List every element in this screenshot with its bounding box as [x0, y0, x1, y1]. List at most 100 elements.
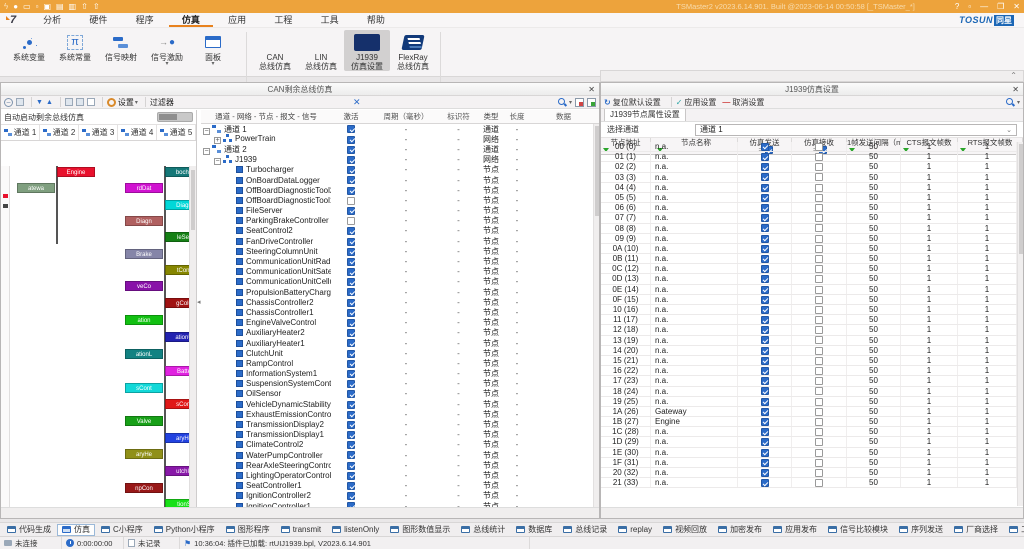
sim-send-checkbox[interactable]	[761, 184, 769, 192]
j1939-node-row[interactable]: 11 (17) n.a. 50 1 1	[601, 315, 1017, 325]
bottom-tab[interactable]: 工具箱设计开发	[1004, 524, 1024, 536]
menu-tab[interactable]: 工具	[308, 15, 352, 25]
sim-send-checkbox[interactable]	[761, 418, 769, 426]
bottom-tab[interactable]: 代码生成	[2, 524, 56, 536]
j1939-node-row[interactable]: 12 (18) n.a. 50 1 1	[601, 325, 1017, 335]
active-checkbox[interactable]	[347, 166, 355, 174]
col-type[interactable]: 类型	[476, 110, 506, 123]
menu-tab[interactable]: 帮助	[354, 15, 398, 25]
ribbon-button[interactable]: 面板 ▾	[190, 30, 236, 67]
menu-tab[interactable]: 工程	[261, 15, 305, 25]
tree-row[interactable]: IgnitionController2 - - 节点 -	[201, 491, 593, 501]
bottom-tab[interactable]: 图形数值显示	[385, 524, 455, 536]
bottom-tab[interactable]: Python小程序	[149, 524, 220, 536]
sim-receive-checkbox[interactable]	[815, 275, 823, 283]
tree-row[interactable]: FileServer - - 节点 -	[201, 206, 593, 216]
ribbon-button[interactable]: J1939 仿真设置	[344, 30, 390, 71]
move-up-icon[interactable]: ▲	[46, 99, 53, 106]
j1939-node-row[interactable]: 19 (25) n.a. 50 1 1	[601, 397, 1017, 407]
settings-dropdown[interactable]: 设置	[118, 97, 134, 108]
active-checkbox[interactable]	[347, 227, 355, 235]
active-checkbox[interactable]	[347, 401, 355, 409]
j1939-footer-strip[interactable]	[601, 507, 1023, 518]
can-hscrollbar[interactable]	[1, 507, 599, 518]
layout2-icon[interactable]	[76, 98, 84, 106]
j1939-node-row[interactable]: 0F (15) n.a. 50 1 1	[601, 295, 1017, 305]
topology-node[interactable]: gColu	[165, 298, 189, 308]
topology-node[interactable]: Batte	[165, 366, 189, 376]
sim-send-checkbox[interactable]	[761, 357, 769, 365]
col-hierarchy[interactable]: 通道 - 网络 - 节点 - 报文 - 信号	[201, 110, 331, 123]
j1939-node-row[interactable]: 05 (5) n.a. 50 1 1	[601, 193, 1017, 203]
tree-row[interactable]: −通道 1 - - 通道 -	[201, 124, 593, 134]
sim-send-checkbox[interactable]	[761, 326, 769, 334]
j1939-node-row[interactable]: 0E (14) n.a. 50 1 1	[601, 285, 1017, 295]
sim-send-checkbox[interactable]	[761, 255, 769, 263]
j1939-node-row[interactable]: 03 (3) n.a. 50 1 1	[601, 173, 1017, 183]
menu-tab[interactable]: 应用	[215, 15, 259, 25]
expand-toggle[interactable]: −	[214, 158, 221, 165]
topology-node[interactable]: Engine	[57, 167, 95, 177]
active-checkbox[interactable]	[347, 176, 355, 184]
sim-send-checkbox[interactable]	[761, 194, 769, 202]
active-checkbox[interactable]	[347, 156, 355, 164]
save-as-icon[interactable]: ▥	[69, 0, 77, 13]
bottom-tab[interactable]: 序列发送	[894, 524, 948, 536]
j1939-node-row[interactable]: 1D (29) n.a. 50 1 1	[601, 437, 1017, 447]
topology-node[interactable]: leSer	[165, 232, 189, 242]
channel-select-combo[interactable]: 通道 1 ⌄	[695, 124, 1017, 136]
tree-row[interactable]: ChassisController2 - - 节点 -	[201, 297, 593, 307]
tree-row[interactable]: TransmissionDisplay1 - - 节点 -	[201, 430, 593, 440]
j1939-node-row[interactable]: 1F (31) n.a. 50 1 1	[601, 458, 1017, 468]
tree-scrollbar[interactable]	[593, 124, 599, 507]
active-checkbox[interactable]	[347, 492, 355, 500]
active-checkbox[interactable]	[347, 136, 355, 144]
topology-node[interactable]: rdDat	[125, 183, 163, 193]
j1939-node-row[interactable]: 15 (21) n.a. 50 1 1	[601, 356, 1017, 366]
ribbon-button[interactable]: π 系统常量	[52, 30, 98, 62]
sim-send-checkbox[interactable]	[761, 214, 769, 222]
j1939-node-row[interactable]: 0B (11) n.a. 50 1 1	[601, 254, 1017, 264]
sim-receive-checkbox[interactable]	[815, 184, 823, 192]
sim-receive-checkbox[interactable]	[815, 316, 823, 324]
active-checkbox[interactable]	[347, 441, 355, 449]
topology-node[interactable]: utchU	[165, 466, 189, 476]
tree-row[interactable]: LightingOperatorControl - - 节点 -	[201, 470, 593, 480]
sim-receive-checkbox[interactable]	[815, 286, 823, 294]
tree-row[interactable]: OilSensor - - 节点 -	[201, 389, 593, 399]
tree-row[interactable]: TransmissionDisplay2 - - 节点 -	[201, 419, 593, 429]
help-button[interactable]: ?	[955, 0, 959, 13]
channel-tab[interactable]: 通道 4	[118, 125, 157, 140]
sim-send-checkbox[interactable]	[761, 428, 769, 436]
ribbon-button[interactable]: 系统变量	[6, 30, 52, 62]
sim-send-checkbox[interactable]	[761, 408, 769, 416]
active-checkbox[interactable]	[347, 187, 355, 195]
stop-square-icon[interactable]	[16, 98, 24, 106]
upload-icon[interactable]: ⇧	[81, 0, 88, 13]
sim-receive-checkbox[interactable]	[815, 459, 823, 467]
j1939-node-row[interactable]: 06 (6) n.a. 50 1 1	[601, 203, 1017, 213]
sim-send-checkbox[interactable]	[761, 163, 769, 171]
bottom-tab[interactable]: 总线记录	[558, 524, 612, 536]
topology-node[interactable]: ationU	[165, 332, 189, 342]
sim-receive-checkbox[interactable]	[815, 357, 823, 365]
sim-receive-checkbox[interactable]	[815, 224, 823, 232]
sim-receive-checkbox[interactable]	[815, 265, 823, 273]
tree-row[interactable]: ParkingBrakeController - - 节点 -	[201, 216, 593, 226]
topology-node[interactable]: sCont	[125, 383, 163, 393]
sim-send-checkbox[interactable]	[761, 306, 769, 314]
sim-receive-checkbox[interactable]	[815, 306, 823, 314]
sim-send-checkbox[interactable]	[761, 438, 769, 446]
sim-send-checkbox[interactable]	[761, 449, 769, 457]
col-data[interactable]: 数据	[528, 110, 599, 123]
tree-row[interactable]: ExhaustEmissionController - - 节点 -	[201, 409, 593, 419]
active-checkbox[interactable]	[347, 258, 355, 266]
sim-send-checkbox[interactable]	[761, 347, 769, 355]
tree-row[interactable]: SeatController1 - - 节点 -	[201, 481, 593, 491]
tree-row[interactable]: RearAxleSteeringController - - 节点 -	[201, 460, 593, 470]
sim-receive-checkbox[interactable]	[815, 255, 823, 263]
tree-row[interactable]: CommunicationUnitSatellite - - 节点 -	[201, 267, 593, 277]
channel-tab[interactable]: 通道 2	[40, 125, 79, 140]
sim-receive-checkbox[interactable]	[815, 469, 823, 477]
tree-row[interactable]: SeatControl2 - - 节点 -	[201, 226, 593, 236]
